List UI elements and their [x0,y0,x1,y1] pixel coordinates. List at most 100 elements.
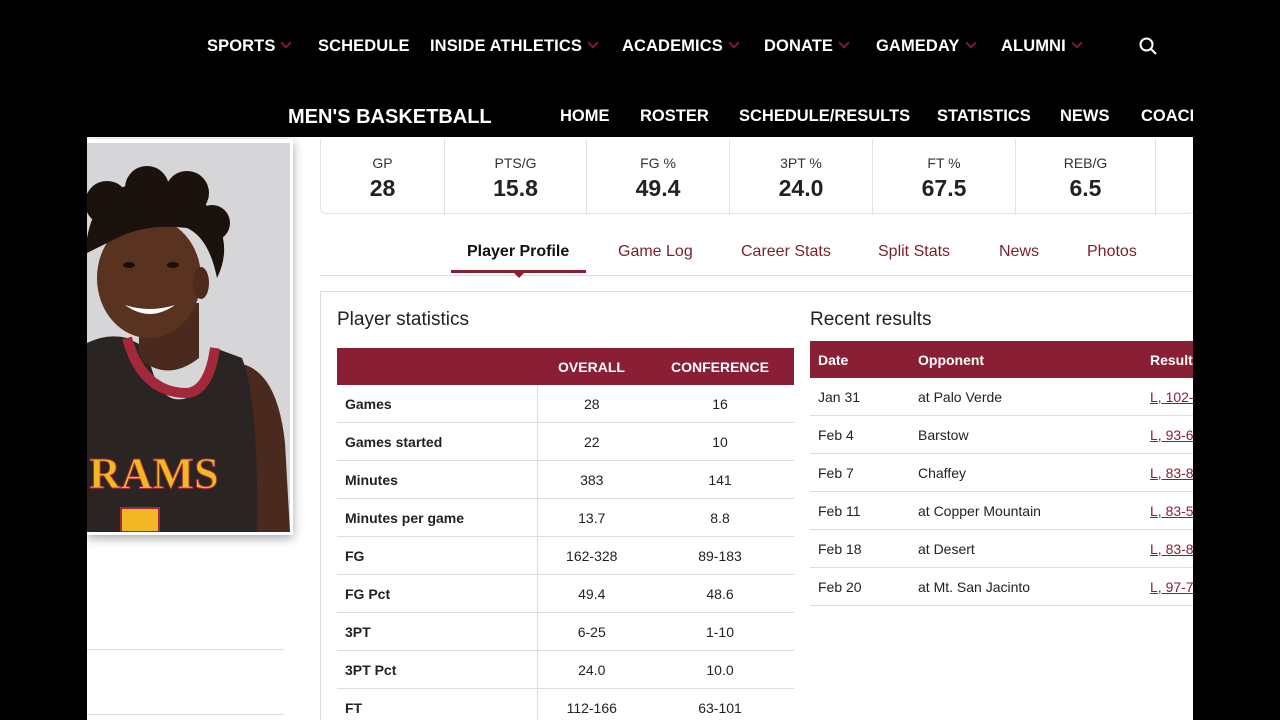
nav-label: SPORTS [207,37,276,55]
result-link[interactable]: L, 93-6 [1150,427,1193,443]
nav-gameday[interactable]: GAMEDAY [876,37,977,56]
stat-name-cell: Minutes per game [337,498,538,537]
table-row: FG Pct 49.4 48.6 [337,574,794,613]
chevron-down-icon [587,37,599,49]
table-row: Minutes per game 13.7 8.8 [337,498,794,537]
content-area: RAMS GP 28 PTS/G 15.8 FG % 49.4 3PT % 24… [87,137,1193,720]
table-row: Feb 18 at Desert L, 83-8 [810,529,1193,568]
subnav-schedule-results[interactable]: SCHEDULE/RESULTS [739,107,910,126]
result-link[interactable]: L, 83-5 [1150,503,1193,519]
result-cell: L, 97-7 [1142,567,1193,606]
conference-cell: 141 [646,460,794,499]
column-header-overall: OVERALL [537,348,646,385]
stat-gp: GP 28 [321,139,444,213]
nav-academics[interactable]: ACADEMICS [622,37,740,56]
recent-results-table: Date Opponent Result Jan 31 at Palo Verde… [810,341,1193,606]
result-cell: L, 83-5 [1142,491,1193,530]
player-photo-illustration: RAMS [87,143,290,532]
table-row: Games started 22 10 [337,422,794,461]
conference-cell: 48.6 [646,574,794,613]
table-row: Feb 11 at Copper Mountain L, 83-5 [810,491,1193,530]
conference-cell: 10.0 [646,650,794,689]
stat-fg-pct: FG % 49.4 [587,139,729,213]
column-header-conference: CONFERENCE [646,348,794,385]
chevron-down-icon [838,37,850,49]
overall-cell: 28 [537,385,646,423]
table-row: Feb 20 at Mt. San Jacinto L, 97-7 [810,567,1193,606]
overall-cell: 162-328 [537,536,646,575]
table-row: 3PT Pct 24.0 10.0 [337,650,794,689]
overall-cell: 22 [537,422,646,461]
result-cell: L, 93-6 [1142,415,1193,454]
tab-career-stats[interactable]: Career Stats [741,243,831,261]
table-header-row: Date Opponent Result [810,341,1193,378]
tab-split-stats[interactable]: Split Stats [878,243,950,261]
nav-schedule[interactable]: SCHEDULE [318,37,410,56]
column-header-date: Date [810,341,910,378]
nav-alumni[interactable]: ALUMNI [1001,37,1083,56]
search-icon[interactable] [1139,37,1157,55]
divider [87,649,284,650]
chevron-down-icon [728,37,740,49]
player-photo: RAMS [87,143,290,532]
stat-name-cell: Games [337,385,538,423]
nav-label: SCHEDULE [318,37,410,55]
result-link[interactable]: L, 83-8 [1150,541,1193,557]
stat-name-cell: FT [337,688,538,720]
nav-label: DONATE [764,37,834,55]
conference-cell: 8.8 [646,498,794,537]
stat-name-cell: FG [337,536,538,575]
stat-label: FT % [927,155,961,171]
stat-name-cell: Minutes [337,460,538,499]
nav-inside-athletics[interactable]: INSIDE ATHLETICS [430,37,599,56]
player-photo-card: RAMS [87,139,293,535]
player-statistics-table: OVERALL CONFERENCE Games 28 16 Games starte… [337,348,794,720]
sport-title[interactable]: MEN'S BASKETBALL [288,106,492,129]
table-row: Minutes 383 141 [337,460,794,499]
stat-label: GP [372,155,393,171]
tab-news[interactable]: News [999,243,1039,261]
nav-sports[interactable]: SPORTS [207,37,293,56]
date-cell: Feb 11 [810,491,910,530]
nav-label: GAMEDAY [876,37,960,55]
stat-pts-per-game: PTS/G 15.8 [445,139,586,213]
tab-game-log[interactable]: Game Log [618,243,693,261]
overall-cell: 112-166 [537,688,646,720]
opponent-cell: at Mt. San Jacinto [910,567,1142,606]
subnav-home[interactable]: HOME [560,107,610,126]
result-cell: L, 102- [1142,378,1193,416]
chevron-down-icon [280,37,293,49]
stat-value: 28 [369,175,396,201]
result-link[interactable]: L, 83-8 [1150,465,1193,481]
result-link[interactable]: L, 102- [1150,389,1193,405]
table-row: 3PT 6-25 1-10 [337,612,794,651]
stat-label: REB/G [1063,155,1108,171]
recent-results-title: Recent results [810,309,932,330]
result-cell: L, 83-8 [1142,453,1193,492]
divider [1155,139,1156,215]
subnav-coach[interactable]: COACH [1141,107,1193,126]
nav-label: INSIDE ATHLETICS [430,37,582,55]
subnav-statistics[interactable]: STATISTICS [937,107,1031,126]
result-link[interactable]: L, 97-7 [1150,579,1193,595]
table-row: Jan 31 at Palo Verde L, 102- [810,378,1193,416]
conference-cell: 89-183 [646,536,794,575]
tab-photos[interactable]: Photos [1087,243,1137,261]
opponent-cell: at Palo Verde [910,378,1142,416]
stat-name-cell: Games started [337,422,538,461]
overall-cell: 13.7 [537,498,646,537]
overall-cell: 24.0 [537,650,646,689]
conference-cell: 16 [646,385,794,423]
date-cell: Feb 7 [810,453,910,492]
subnav-roster[interactable]: ROSTER [640,107,709,126]
top-nav: SPORTS SCHEDULE INSIDE ATHLETICS ACADEMI… [0,0,1280,92]
nav-donate[interactable]: DONATE [764,37,850,56]
table-row: FG 162-328 89-183 [337,536,794,575]
subnav-news[interactable]: NEWS [1060,107,1110,126]
date-cell: Feb 18 [810,529,910,568]
date-cell: Feb 20 [810,567,910,606]
jersey-text: RAMS [89,449,219,498]
tab-player-profile[interactable]: Player Profile [467,243,569,261]
column-header-result: Result [1142,341,1193,378]
chevron-down-icon [964,37,977,49]
